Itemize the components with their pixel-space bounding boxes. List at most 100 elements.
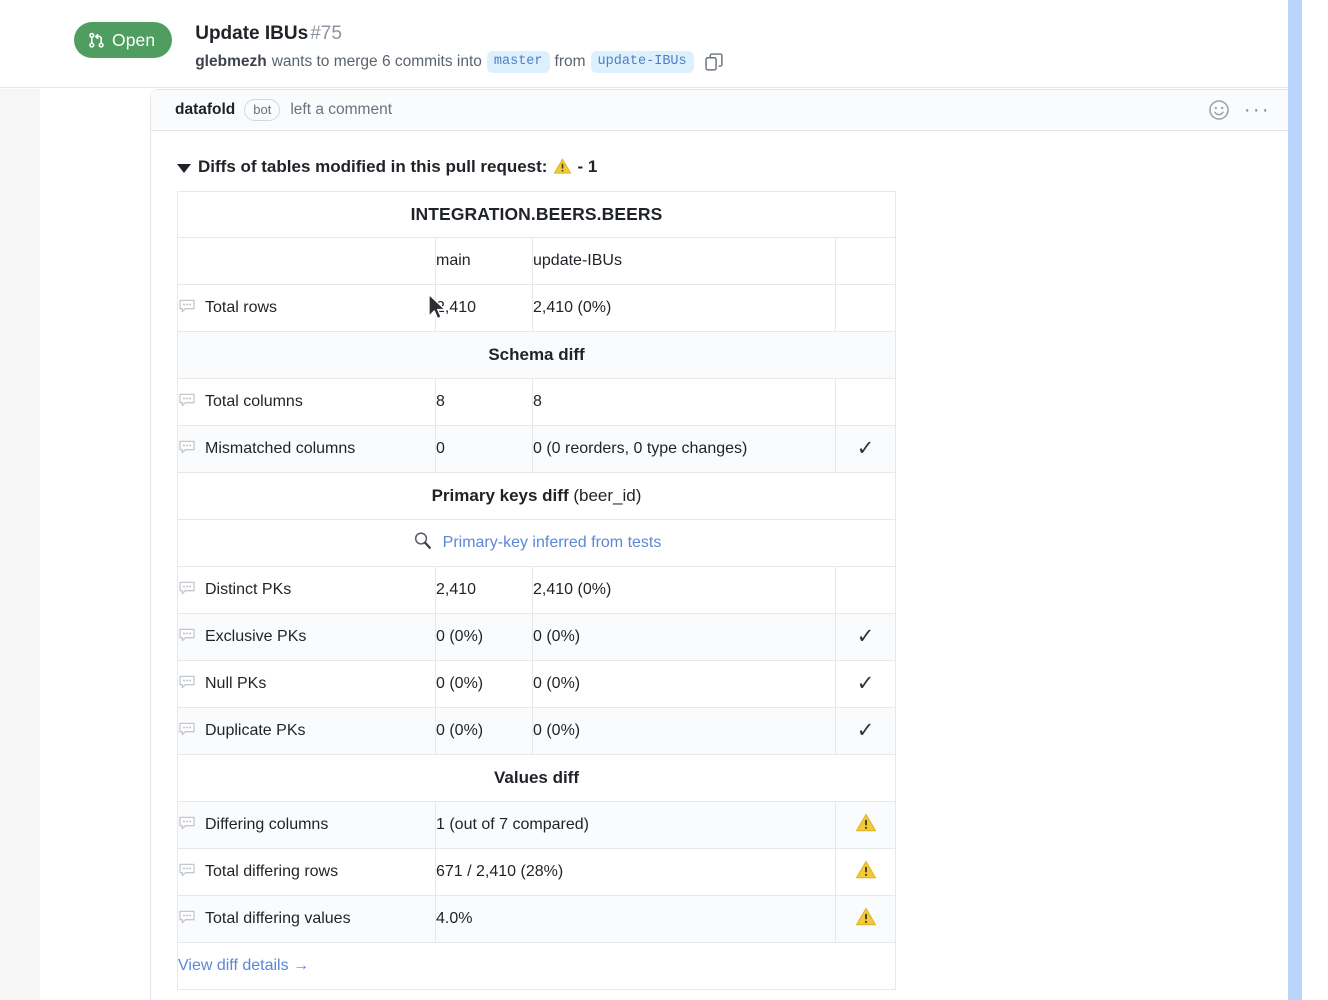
row-label-cell: Total columns xyxy=(178,379,436,426)
pk-inferred-link[interactable]: Primary-key inferred from tests xyxy=(443,534,662,552)
table-section-caption-row: Primary keys diff (beer_id) xyxy=(178,473,896,520)
check-icon: ✓ xyxy=(857,625,875,648)
comment-author[interactable]: datafold xyxy=(175,101,235,119)
info-bubble-icon[interactable] xyxy=(178,391,196,414)
diffs-warning-count: - 1 xyxy=(577,157,597,177)
info-bubble-icon[interactable] xyxy=(178,861,196,884)
table-fqn: INTEGRATION.BEERS.BEERS xyxy=(178,192,896,238)
row-value-branch: 8 xyxy=(533,379,836,426)
check-icon: ✓ xyxy=(857,672,875,695)
pr-number: #75 xyxy=(310,23,342,44)
col-head-flag xyxy=(836,238,896,285)
comment-header: datafold bot left a comment ··· xyxy=(151,90,1288,131)
table-section-caption-row: Values diff xyxy=(178,755,896,802)
row-flag: ✓ xyxy=(836,614,896,661)
pull-request-header: Open Update IBUs#75 glebmezh wants to me… xyxy=(0,0,1288,88)
row-flag xyxy=(836,379,896,426)
copy-icon[interactable] xyxy=(705,53,724,72)
row-label: Duplicate PKs xyxy=(205,722,306,740)
head-branch-chip[interactable]: update-IBUs xyxy=(591,51,694,73)
row-label: Total differing values xyxy=(205,910,351,928)
info-bubble-icon[interactable] xyxy=(178,579,196,602)
table-row-footer: View diff details → xyxy=(178,943,896,990)
table-row: Total rows 2,410 2,410 (0%) xyxy=(178,285,896,332)
smiley-icon[interactable] xyxy=(1208,99,1230,121)
row-flag: ✓ xyxy=(836,661,896,708)
comment-card: datafold bot left a comment ··· Diffs of… xyxy=(150,89,1288,1000)
table-row-pk-note: Primary-key inferred from tests xyxy=(178,520,896,567)
view-diff-details-cell[interactable]: View diff details → xyxy=(178,943,896,990)
row-value-main: 0 xyxy=(436,426,533,473)
row-value-branch: 0 (0%) xyxy=(533,614,836,661)
caption-primary-keys-diff: Primary keys diff (beer_id) xyxy=(178,473,896,520)
pr-from-text: from xyxy=(555,51,586,73)
check-icon: ✓ xyxy=(857,719,875,742)
right-edge-scrollbar[interactable] xyxy=(1288,0,1302,1000)
pr-merge-text: wants to merge 6 commits into xyxy=(272,51,482,73)
row-flag xyxy=(836,896,896,943)
diffs-section-title[interactable]: Diffs of tables modified in this pull re… xyxy=(177,155,1288,179)
row-flag xyxy=(836,285,896,332)
kebab-menu-icon[interactable]: ··· xyxy=(1244,104,1271,116)
info-bubble-icon[interactable] xyxy=(178,297,196,320)
row-flag xyxy=(836,802,896,849)
warning-triangle-icon xyxy=(855,821,877,838)
info-bubble-icon[interactable] xyxy=(178,814,196,837)
row-flag xyxy=(836,567,896,614)
disclosure-caret-icon[interactable] xyxy=(177,164,191,173)
pr-title-line: Update IBUs#75 xyxy=(195,22,723,46)
info-bubble-icon[interactable] xyxy=(178,626,196,649)
table-row: Total columns 8 8 xyxy=(178,379,896,426)
bot-badge: bot xyxy=(244,99,280,121)
row-value-branch: 0 (0%) xyxy=(533,661,836,708)
row-value: 671 / 2,410 (28%) xyxy=(436,849,836,896)
warning-triangle-icon xyxy=(855,915,877,932)
row-label: Total rows xyxy=(205,299,277,317)
row-value-main: 0 (0%) xyxy=(436,708,533,755)
base-branch-chip[interactable]: master xyxy=(487,51,550,73)
row-label: Total columns xyxy=(205,393,303,411)
caption-pk-suffix: (beer_id) xyxy=(573,486,641,505)
row-label: Exclusive PKs xyxy=(205,628,306,646)
row-flag xyxy=(836,849,896,896)
col-head-main: main xyxy=(436,238,533,285)
pr-state-badge: Open xyxy=(74,22,172,58)
row-label: Mismatched columns xyxy=(205,440,355,458)
row-label: Total differing rows xyxy=(205,863,338,881)
row-value-main: 8 xyxy=(436,379,533,426)
table-section-caption-row: Schema diff xyxy=(178,332,896,379)
table-row: Distinct PKs 2,410 2,410 (0%) xyxy=(178,567,896,614)
caption-pk-text: Primary keys diff xyxy=(432,486,569,505)
pr-author[interactable]: glebmezh xyxy=(195,51,266,73)
row-value-main: 0 (0%) xyxy=(436,661,533,708)
col-head-label xyxy=(178,238,436,285)
info-bubble-icon[interactable] xyxy=(178,673,196,696)
row-value-branch: 2,410 (0%) xyxy=(533,285,836,332)
page-root: Open Update IBUs#75 glebmezh wants to me… xyxy=(0,0,1328,1000)
table-row: Duplicate PKs 0 (0%) 0 (0%) ✓ xyxy=(178,708,896,755)
row-label-cell: Duplicate PKs xyxy=(178,708,436,755)
caption-values-diff: Values diff xyxy=(178,755,896,802)
pr-title: Update IBUs xyxy=(195,23,308,44)
row-flag: ✓ xyxy=(836,708,896,755)
view-diff-details-link[interactable]: View diff details → xyxy=(178,957,309,974)
row-label-cell: Differing columns xyxy=(178,802,436,849)
row-value-branch: 0 (0%) xyxy=(533,708,836,755)
row-label-cell: Total rows xyxy=(178,285,436,332)
info-bubble-icon[interactable] xyxy=(178,720,196,743)
info-bubble-icon[interactable] xyxy=(178,908,196,931)
comment-action-text: left a comment xyxy=(290,101,392,119)
table-row: Mismatched columns 0 0 (0 reorders, 0 ty… xyxy=(178,426,896,473)
row-label: Differing columns xyxy=(205,816,328,834)
table-row-name: INTEGRATION.BEERS.BEERS xyxy=(178,192,896,238)
warning-triangle-icon xyxy=(553,157,572,181)
info-bubble-icon[interactable] xyxy=(178,438,196,461)
left-gutter xyxy=(0,89,40,1000)
table-row: Total differing values 4.0% xyxy=(178,896,896,943)
pr-title-block: Update IBUs#75 glebmezh wants to merge 6… xyxy=(195,22,723,73)
table-row-columns: main update-IBUs xyxy=(178,238,896,285)
row-value: 1 (out of 7 compared) xyxy=(436,802,836,849)
row-label-cell: Mismatched columns xyxy=(178,426,436,473)
pk-inferred-note: Primary-key inferred from tests xyxy=(178,520,896,567)
diffs-section-label: Diffs of tables modified in this pull re… xyxy=(198,157,547,177)
